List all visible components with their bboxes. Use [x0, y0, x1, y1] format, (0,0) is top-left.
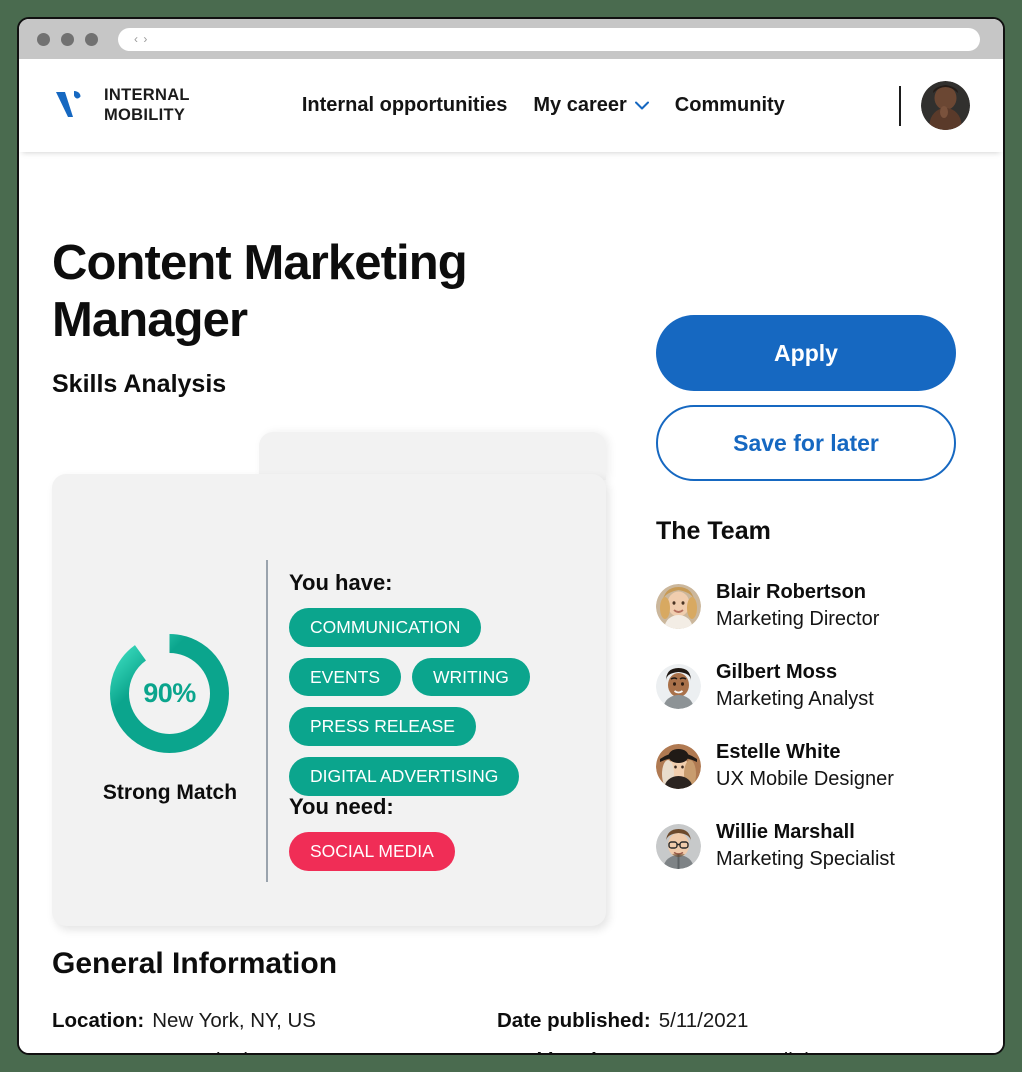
info-key: Date published:	[497, 1009, 651, 1032]
apply-button[interactable]: Apply	[656, 315, 956, 391]
match-strength-label: Strong Match	[102, 781, 238, 804]
info-value: Permanent - Full time	[641, 1049, 837, 1053]
site-header: INTERNAL MOBILITY Internal opportunities…	[19, 59, 1003, 152]
team-member-row[interactable]: Blair Robertson Marketing Director	[656, 566, 986, 646]
close-window-dot[interactable]	[37, 32, 50, 46]
team-member-text: Willie Marshall Marketing Specialist	[716, 819, 895, 872]
brand-name: INTERNAL MOBILITY	[104, 86, 190, 125]
window-controls	[37, 32, 98, 46]
skill-tag[interactable]: EVENTS	[289, 657, 402, 697]
brand-name-line2: MOBILITY	[104, 105, 186, 124]
browser-chrome-bar: ‹ ›	[19, 19, 1003, 59]
team-avatar-image	[656, 663, 701, 709]
team-member-name: Gilbert Moss	[716, 661, 838, 684]
info-row-date-published: Date published: 5/11/2021	[497, 1009, 837, 1049]
browser-window: ‹ › INTERNAL MOBILITY Internal opportuni…	[17, 17, 1005, 1055]
skill-tag[interactable]: WRITING	[412, 657, 530, 697]
avatar	[656, 663, 701, 709]
team-member-list: Blair Robertson Marketing Director Gilbe…	[656, 566, 986, 886]
nav-item-my-career-label: My career	[533, 94, 627, 116]
main-navigation: Internal opportunities My career Communi…	[302, 94, 785, 117]
page-title: Content Marketing Manager	[52, 235, 468, 347]
brand-name-line1: INTERNAL	[104, 86, 190, 105]
team-member-row[interactable]: Gilbert Moss Marketing Analyst	[656, 646, 986, 726]
team-member-role: Marketing Analyst	[716, 688, 874, 710]
job-detail-page: Content Marketing Manager Skills Analysi…	[19, 152, 1003, 1053]
skill-tag[interactable]: DIGITAL ADVERTISING	[289, 756, 520, 796]
team-member-row[interactable]: Estelle White UX Mobile Designer	[656, 726, 986, 806]
team-member-text: Gilbert Moss Marketing Analyst	[716, 659, 874, 712]
team-member-role: UX Mobile Designer	[716, 768, 894, 790]
team-member-name: Willie Marshall	[716, 821, 855, 844]
team-member-name: Blair Robertson	[716, 581, 867, 604]
team-section-heading: The Team	[656, 517, 771, 545]
info-row-location: Location: New York, NY, US	[52, 1009, 316, 1049]
header-divider	[899, 85, 901, 126]
user-avatar[interactable]	[921, 81, 970, 130]
info-value: Marketing	[181, 1049, 271, 1053]
nav-item-my-career[interactable]: My career	[533, 94, 649, 117]
team-member-role: Marketing Director	[716, 608, 880, 630]
avatar	[656, 583, 701, 629]
nav-item-community[interactable]: Community	[675, 94, 785, 117]
info-row-department: Department: Marketing	[52, 1049, 316, 1053]
skill-tag[interactable]: PRESS RELEASE	[289, 707, 476, 746]
header-right-group	[899, 81, 970, 130]
team-avatar-image	[656, 743, 701, 789]
skills-need-tag-list: SOCIAL MEDIA	[289, 832, 455, 871]
skills-analysis-heading: Skills Analysis	[52, 370, 227, 398]
team-member-text: Blair Robertson Marketing Director	[716, 579, 879, 632]
team-member-name: Estelle White	[716, 741, 841, 764]
missing-skill-tag[interactable]: SOCIAL MEDIA	[289, 832, 455, 871]
info-key: Department:	[52, 1049, 173, 1053]
nav-item-internal-opportunities[interactable]: Internal opportunities	[302, 94, 508, 117]
avatar	[656, 823, 701, 869]
avatar	[656, 743, 701, 789]
general-information-right-column: Date published: 5/11/2021 Working time: …	[497, 1009, 837, 1053]
general-information-left-column: Location: New York, NY, US Department: M…	[52, 1009, 316, 1053]
brand-logo-link[interactable]: INTERNAL MOBILITY	[52, 86, 190, 126]
chevron-down-icon	[634, 101, 649, 110]
minimize-window-dot[interactable]	[61, 32, 74, 46]
address-bar[interactable]: ‹ ›	[118, 27, 980, 51]
skill-tag[interactable]: COMMUNICATION	[289, 608, 482, 647]
skills-have-tag-list: COMMUNICATION EVENTS WRITING PRESS RELEA…	[289, 608, 594, 796]
info-key: Location:	[52, 1009, 145, 1032]
team-member-text: Estelle White UX Mobile Designer	[716, 739, 894, 792]
internal-mobility-logo-icon	[56, 90, 81, 117]
maximize-window-dot[interactable]	[85, 32, 98, 46]
info-key: Working time:	[497, 1049, 633, 1053]
info-value: New York, NY, US	[152, 1009, 316, 1032]
user-avatar-image	[921, 81, 970, 130]
info-value: 5/11/2021	[658, 1009, 749, 1032]
team-member-role: Marketing Specialist	[716, 848, 895, 870]
general-information-heading: General Information	[52, 947, 338, 980]
save-for-later-button[interactable]: Save for later	[656, 405, 956, 481]
skills-have-heading: You have:	[289, 570, 393, 595]
skills-card-divider	[266, 560, 268, 882]
team-member-row[interactable]: Willie Marshall Marketing Specialist	[656, 806, 986, 886]
skills-need-heading: You need:	[289, 794, 394, 819]
back-forward-icon[interactable]: ‹ ›	[134, 33, 148, 45]
match-percent-value: 90%	[143, 678, 196, 708]
skills-card-notch-panel	[259, 432, 606, 480]
info-row-working-time: Working time: Permanent - Full time	[497, 1049, 837, 1053]
match-donut-chart: 90%	[106, 630, 233, 757]
team-avatar-image	[656, 823, 701, 869]
team-avatar-image	[656, 583, 701, 629]
